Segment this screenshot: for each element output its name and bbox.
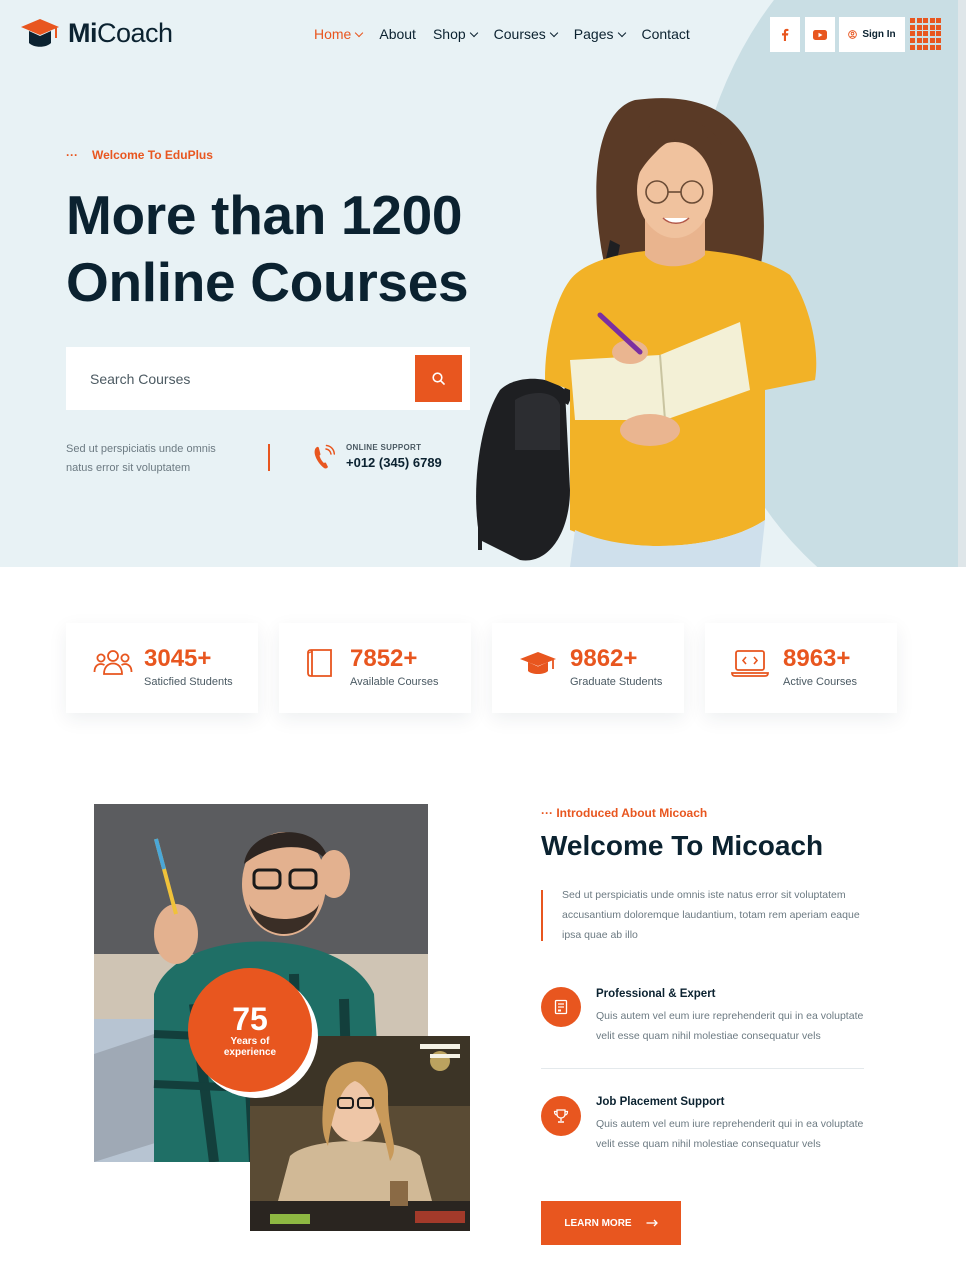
nav-item-shop[interactable]: Shop bbox=[433, 26, 478, 42]
search-input[interactable] bbox=[90, 367, 400, 391]
grid-dot bbox=[936, 24, 941, 30]
grid-dot bbox=[916, 24, 922, 30]
grid-dot bbox=[936, 18, 941, 23]
youtube-button[interactable] bbox=[805, 17, 835, 52]
feature-description: Quis autem vel eum iure reprehenderit qu… bbox=[596, 1118, 864, 1150]
facebook-button[interactable] bbox=[770, 17, 800, 52]
menu-grid-icon[interactable] bbox=[910, 18, 942, 50]
scrollbar-track[interactable] bbox=[958, 0, 966, 567]
nav-item-about[interactable]: About bbox=[379, 26, 416, 42]
hero-divider bbox=[268, 444, 270, 471]
grid-dot bbox=[916, 38, 922, 44]
grid-dot bbox=[936, 31, 941, 37]
about-eyebrow: ··· Introduced About Micoach bbox=[541, 806, 708, 820]
grid-dot bbox=[929, 18, 935, 23]
arrow-right-icon bbox=[646, 1219, 658, 1227]
grid-dot bbox=[916, 44, 922, 50]
feature-title: Professional & Expert bbox=[596, 988, 716, 1000]
grid-dot bbox=[936, 44, 941, 50]
phone-icon bbox=[314, 444, 335, 469]
grid-dot bbox=[923, 31, 928, 37]
chevron-down-icon bbox=[617, 28, 626, 37]
stat-value: 9862+ bbox=[570, 645, 638, 672]
hero-section: MiCoach Home About Shop Courses Pages Co… bbox=[0, 0, 966, 567]
about-title: Welcome To Micoach bbox=[541, 830, 824, 861]
stat-label: Active Courses bbox=[783, 676, 857, 688]
grid-dot bbox=[923, 38, 928, 44]
experience-text: Years of experience bbox=[223, 1036, 277, 1058]
search-icon bbox=[432, 372, 445, 385]
nav-item-courses[interactable]: Courses bbox=[494, 26, 559, 42]
youtube-icon bbox=[813, 29, 827, 40]
facebook-icon bbox=[782, 28, 789, 41]
feature-description: Quis autem vel eum iure reprehenderit qu… bbox=[596, 1010, 864, 1042]
hero-eyebrow: ··· Welcome To EduPlus bbox=[66, 148, 213, 162]
grid-dot bbox=[910, 44, 915, 50]
hero-headline: More than 1200 Online Courses bbox=[66, 184, 469, 313]
laptop-code-icon bbox=[731, 650, 769, 677]
nav-item-home[interactable]: Home bbox=[314, 26, 364, 42]
logo-text: MiCoach bbox=[68, 17, 173, 48]
grid-dot bbox=[910, 31, 915, 37]
grid-dot bbox=[916, 31, 922, 37]
logo[interactable]: MiCoach bbox=[20, 16, 173, 50]
learn-more-button[interactable]: LEARN MORE bbox=[541, 1201, 681, 1245]
grid-dot bbox=[910, 38, 915, 44]
graduation-cap-icon bbox=[520, 652, 556, 674]
feature-title: Job Placement Support bbox=[596, 1096, 725, 1108]
chevron-down-icon bbox=[549, 28, 559, 37]
dots-icon: ··· bbox=[541, 806, 553, 820]
grid-dot bbox=[910, 18, 915, 23]
grid-dot bbox=[923, 24, 928, 30]
book-icon bbox=[307, 649, 332, 677]
hero-student-image bbox=[476, 98, 817, 567]
students-icon bbox=[93, 650, 133, 675]
nav-item-pages[interactable]: Pages bbox=[574, 26, 626, 42]
experience-badge: 75 Years of experience bbox=[188, 968, 312, 1092]
chevron-down-icon bbox=[355, 28, 364, 37]
divider bbox=[541, 1068, 864, 1069]
grid-dot bbox=[929, 38, 935, 44]
stat-label: Graduate Students bbox=[570, 676, 663, 688]
graduation-cap-logo-icon bbox=[21, 19, 59, 47]
grid-dot bbox=[929, 44, 935, 50]
grid-dot bbox=[929, 31, 935, 37]
chevron-down-icon bbox=[469, 28, 478, 37]
grid-dot bbox=[916, 18, 922, 23]
grid-dot bbox=[923, 44, 928, 50]
stat-value: 7852+ bbox=[350, 645, 418, 672]
certificate-icon bbox=[541, 987, 581, 1027]
stat-value: 3045+ bbox=[144, 645, 212, 672]
dots-icon: ··· bbox=[66, 148, 78, 162]
main-nav: Home About Shop Courses Pages Contact bbox=[314, 26, 707, 42]
quote-bar bbox=[541, 890, 543, 941]
sign-in-button[interactable]: Sign In bbox=[839, 17, 905, 52]
grid-dot bbox=[936, 38, 941, 44]
online-support[interactable]: ONLINE SUPPORT +012 (345) 6789 bbox=[313, 443, 442, 470]
search-button[interactable] bbox=[415, 355, 462, 402]
support-phone[interactable]: +012 (345) 6789 bbox=[346, 455, 442, 470]
user-icon bbox=[848, 30, 858, 39]
trophy-icon bbox=[541, 1096, 581, 1136]
nav-item-contact[interactable]: Contact bbox=[642, 26, 690, 42]
support-label: ONLINE SUPPORT bbox=[346, 443, 422, 452]
grid-dot bbox=[910, 24, 915, 30]
stat-value: 8963+ bbox=[783, 645, 851, 672]
about-description: Sed ut perspiciatis unde omnis iste natu… bbox=[562, 889, 860, 941]
hero-description: Sed ut perspiciatis unde omnis natus err… bbox=[66, 443, 216, 474]
experience-number: 75 bbox=[232, 1001, 268, 1037]
stat-label: Saticfied Students bbox=[144, 676, 233, 688]
stat-label: Available Courses bbox=[350, 676, 439, 688]
grid-dot bbox=[923, 18, 928, 23]
grid-dot bbox=[929, 24, 935, 30]
course-search-form bbox=[66, 347, 470, 410]
